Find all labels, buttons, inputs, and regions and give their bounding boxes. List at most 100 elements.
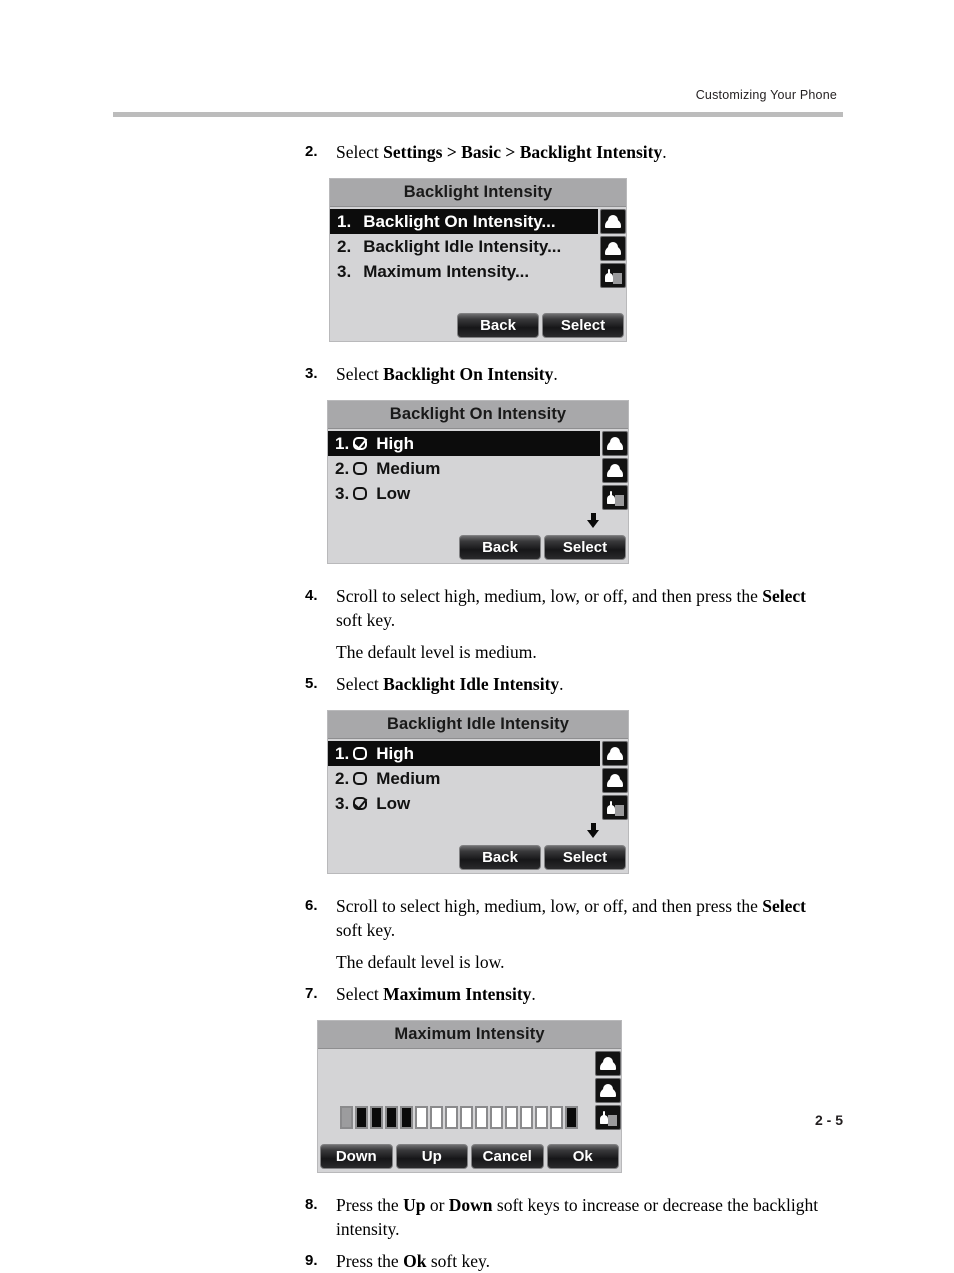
option-low[interactable]: 3. Low bbox=[328, 791, 600, 816]
menu-item-backlight-on-intensity[interactable]: 1. Backlight On Intensity... bbox=[330, 209, 598, 234]
option-label: Medium bbox=[376, 458, 441, 478]
phone-lcd-backlight-idle-intensity: Backlight Idle Intensity 1. High 2. Medi… bbox=[327, 710, 629, 874]
option-low[interactable]: 3. Low bbox=[328, 481, 600, 506]
step-6-text-part1: Scroll to select high, medium, low, or o… bbox=[336, 896, 763, 916]
line-key-3-icon[interactable] bbox=[602, 795, 628, 820]
scroll-down-arrow-icon bbox=[587, 823, 600, 838]
line-key-3-icon[interactable] bbox=[600, 263, 626, 288]
step-2-text-part1: Select bbox=[336, 142, 384, 162]
lcd-screen: 1. Backlight On Intensity... 2. Backligh… bbox=[330, 207, 626, 310]
line-key-column bbox=[602, 739, 628, 820]
step-8-bold2: Down bbox=[448, 1195, 493, 1215]
softkey-up[interactable]: Up bbox=[395, 1144, 468, 1169]
phone-lcd-backlight-on-intensity: Backlight On Intensity 1. High 2. Medium… bbox=[327, 400, 629, 564]
figure-backlight-on-intensity-screen: Backlight On Intensity 1. High 2. Medium… bbox=[113, 400, 843, 564]
softkey-bar: Back Select bbox=[330, 310, 626, 341]
softkey-select[interactable]: Select bbox=[544, 845, 626, 870]
option-label: High bbox=[376, 743, 414, 763]
step-2-text: Select Settings > Basic > Backlight Inte… bbox=[336, 140, 836, 164]
step-4-text-part1: Scroll to select high, medium, low, or o… bbox=[336, 586, 763, 606]
softkey-select[interactable]: Select bbox=[544, 535, 626, 560]
line-key-1-icon[interactable] bbox=[602, 431, 628, 456]
step-3-text-part1: Select bbox=[336, 364, 384, 384]
step-2: 2. Select Settings > Basic > Backlight I… bbox=[113, 140, 843, 164]
line-key-2-icon[interactable] bbox=[602, 768, 628, 793]
lcd-screen: 1. High 2. Medium 3. Low bbox=[328, 429, 628, 532]
checkbox-checked-icon[interactable] bbox=[353, 437, 368, 450]
step-6-bold1: Select bbox=[762, 896, 806, 916]
step-5-text: Select Backlight Idle Intensity. bbox=[336, 672, 836, 696]
page-number: 2 - 5 bbox=[814, 1112, 843, 1128]
line-key-3-icon[interactable] bbox=[602, 485, 628, 510]
lcd-title: Backlight On Intensity bbox=[328, 401, 628, 429]
softkey-back[interactable]: Back bbox=[459, 845, 541, 870]
step-4-text: Scroll to select high, medium, low, or o… bbox=[336, 584, 836, 632]
step-3-bold1: Backlight On Intensity bbox=[383, 364, 554, 384]
line-key-2-icon[interactable] bbox=[600, 236, 626, 261]
line-key-column bbox=[602, 429, 628, 510]
option-medium[interactable]: 2. Medium bbox=[328, 456, 600, 481]
option-high[interactable]: 1. High bbox=[328, 741, 600, 766]
option-index: 1. bbox=[335, 743, 350, 763]
line-key-1-icon[interactable] bbox=[595, 1051, 621, 1076]
line-key-2-icon[interactable] bbox=[602, 458, 628, 483]
page-header: Customizing Your Phone bbox=[113, 88, 843, 117]
option-index: 2. bbox=[335, 768, 350, 788]
softkey-back[interactable]: Back bbox=[457, 313, 539, 338]
option-label: High bbox=[376, 433, 414, 453]
step-4-note: The default level is medium. bbox=[336, 642, 537, 662]
line-key-2-icon[interactable] bbox=[595, 1078, 621, 1103]
step-7-text: Select Maximum Intensity. bbox=[336, 982, 836, 1006]
step-8-text: Press the Up or Down soft keys to increa… bbox=[336, 1193, 836, 1241]
softkey-bar: Back Select bbox=[328, 842, 628, 873]
option-index: 3. bbox=[335, 793, 350, 813]
step-5-number: 5. bbox=[305, 675, 318, 692]
softkey-bar: Down Up Cancel Ok bbox=[318, 1141, 621, 1172]
checkbox-unchecked-icon[interactable] bbox=[353, 747, 368, 760]
checkbox-unchecked-icon[interactable] bbox=[353, 487, 368, 500]
step-4-text-part2: soft key. bbox=[336, 610, 396, 630]
checkbox-unchecked-icon[interactable] bbox=[353, 462, 368, 475]
step-7-number: 7. bbox=[305, 985, 318, 1002]
menu-item-label: Backlight Idle Intensity... bbox=[363, 236, 562, 256]
line-key-1-icon[interactable] bbox=[600, 209, 626, 234]
checkbox-checked-icon[interactable] bbox=[353, 797, 368, 810]
menu-item-maximum-intensity[interactable]: 3. Maximum Intensity... bbox=[330, 259, 598, 284]
menu-item-index: 3. bbox=[337, 261, 352, 281]
step-8: 8. Press the Up or Down soft keys to inc… bbox=[113, 1193, 843, 1241]
step-4: 4. Scroll to select high, medium, low, o… bbox=[113, 584, 843, 632]
step-3-text-part2: . bbox=[553, 364, 558, 384]
option-medium[interactable]: 2. Medium bbox=[328, 766, 600, 791]
option-list: 1. High 2. Medium 3. Low bbox=[328, 739, 628, 842]
step-4-number: 4. bbox=[305, 587, 318, 604]
softkey-select[interactable]: Select bbox=[542, 313, 624, 338]
checkbox-unchecked-icon[interactable] bbox=[353, 772, 368, 785]
step-9-text-part1: Press the bbox=[336, 1251, 404, 1271]
step-9-text-part2: soft key. bbox=[426, 1251, 490, 1271]
option-index: 3. bbox=[335, 483, 350, 503]
softkey-back[interactable]: Back bbox=[459, 535, 541, 560]
document-content: 2. Select Settings > Basic > Backlight I… bbox=[113, 140, 843, 1273]
lcd-screen: 1. High 2. Medium 3. Low bbox=[328, 739, 628, 842]
line-key-1-icon[interactable] bbox=[602, 741, 628, 766]
option-high[interactable]: 1. High bbox=[328, 431, 600, 456]
step-7: 7. Select Maximum Intensity. bbox=[113, 982, 843, 1006]
softkey-ok[interactable]: Ok bbox=[546, 1144, 619, 1169]
softkey-cancel[interactable]: Cancel bbox=[471, 1144, 544, 1169]
line-key-column bbox=[600, 207, 626, 288]
step-6-number: 6. bbox=[305, 897, 318, 914]
lcd-title: Maximum Intensity bbox=[318, 1021, 621, 1049]
option-index: 2. bbox=[335, 458, 350, 478]
phone-lcd-maximum-intensity: Maximum Intensity Down Up Cancel Ok bbox=[317, 1020, 622, 1173]
softkey-bar: Back Select bbox=[328, 532, 628, 563]
step-6: 6. Scroll to select high, medium, low, o… bbox=[113, 894, 843, 942]
menu-item-backlight-idle-intensity[interactable]: 2. Backlight Idle Intensity... bbox=[330, 234, 598, 259]
step-7-text-part2: . bbox=[531, 984, 536, 1004]
menu-item-index: 2. bbox=[337, 236, 352, 256]
lcd-title: Backlight Idle Intensity bbox=[328, 711, 628, 739]
softkey-down[interactable]: Down bbox=[320, 1144, 393, 1169]
option-label: Low bbox=[376, 793, 411, 813]
step-5-text-part2: . bbox=[559, 674, 564, 694]
option-label: Low bbox=[376, 483, 411, 503]
menu-item-index: 1. bbox=[337, 211, 352, 231]
